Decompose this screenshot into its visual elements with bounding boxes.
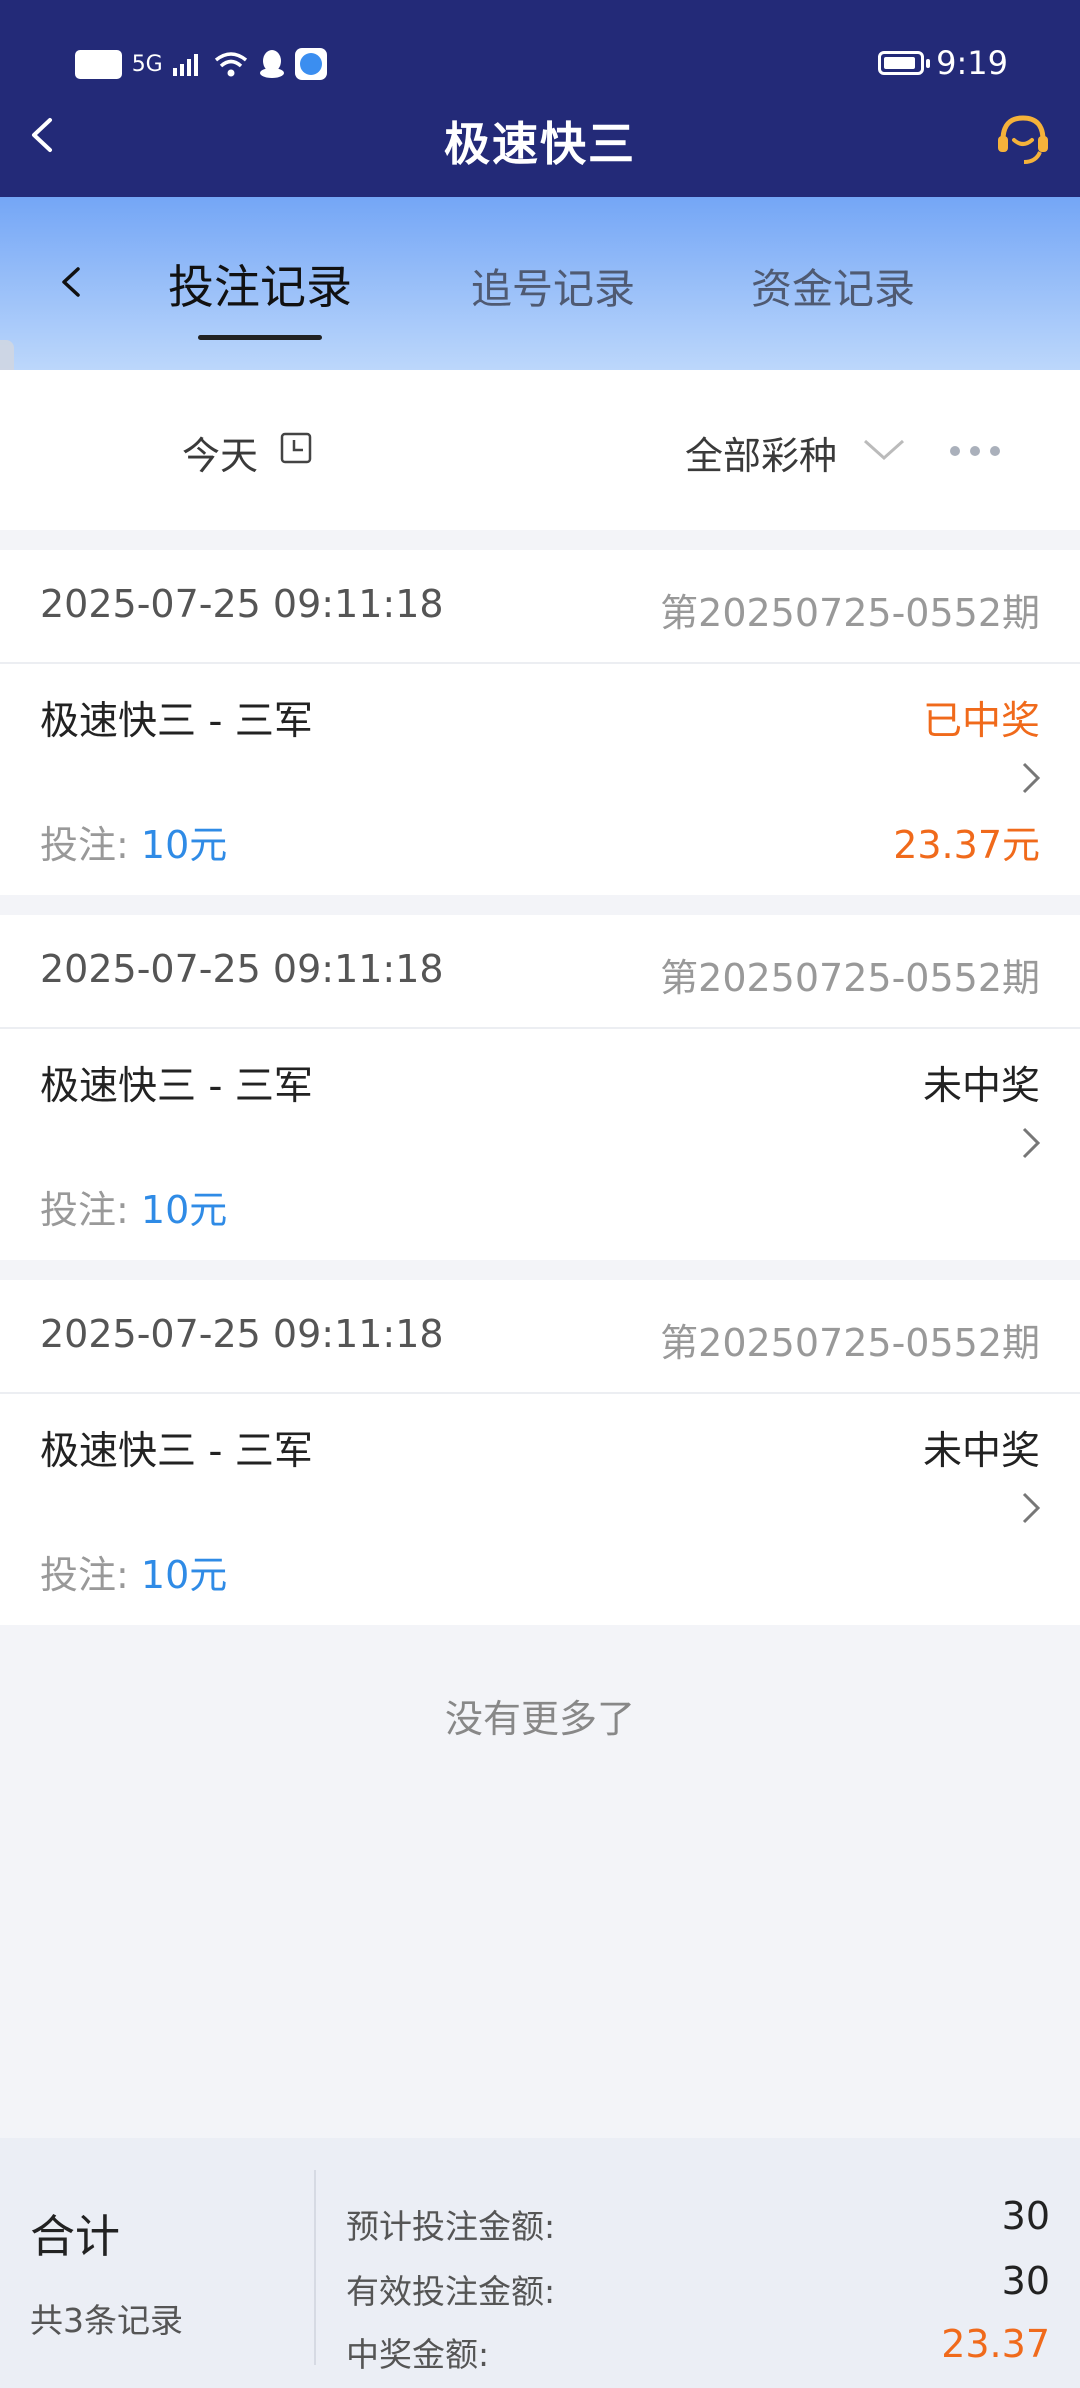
filter-bar: 今天 全部彩种 — [0, 370, 1080, 530]
status-bar: HD 5G 9:19 — [0, 40, 1080, 90]
record-bet: 投注: 10元 — [40, 1544, 227, 1599]
active-tab-indicator — [198, 335, 322, 340]
record-issue: 第20250725-0552期 — [660, 1321, 1040, 1365]
more-icon[interactable] — [950, 446, 1000, 456]
summary-footer: 合计 共3条记录 预计投注金额: 30 有效投注金额: 30 中奖金额: 23.… — [0, 2138, 1080, 2388]
signal-label: 5G — [131, 51, 163, 77]
record-bet: 投注: 10元 — [40, 814, 227, 869]
record-status: 未中奖 — [922, 1429, 1040, 1474]
bet-amount: 10元 — [140, 1188, 228, 1232]
record-time: 2025-07-25 09:11:18 — [40, 582, 444, 626]
tab-fund-records[interactable]: 资金记录 — [751, 255, 915, 315]
divider — [314, 2170, 316, 2365]
record-prize: 23.37元 — [893, 823, 1040, 867]
lottery-type-filter[interactable]: 全部彩种 — [685, 425, 837, 480]
customer-service-icon[interactable] — [994, 110, 1052, 168]
valid-bet-value: 30 — [1001, 2259, 1050, 2303]
valid-bet-label: 有效投注金额: — [346, 2272, 556, 2311]
prize-value: 23.37 — [941, 2322, 1050, 2366]
signal-bars-icon — [172, 54, 198, 76]
bet-label: 投注: — [40, 1553, 141, 1597]
record-time: 2025-07-25 09:11:18 — [40, 1312, 444, 1356]
record-status: 已中奖 — [922, 699, 1040, 744]
browser-icon — [294, 48, 327, 80]
chevron-right-icon[interactable] — [1020, 1490, 1042, 1526]
expected-bet-value: 30 — [1001, 2194, 1050, 2238]
chevron-right-icon[interactable] — [1020, 1125, 1042, 1161]
back-arrow-icon[interactable] — [52, 257, 90, 307]
valid-bet-row: 有效投注金额: 30 — [346, 2259, 1050, 2313]
record-game: 极速快三 - 三军 — [40, 1429, 313, 1474]
bet-amount: 10元 — [140, 823, 228, 867]
prize-row: 中奖金额: 23.37 — [346, 2322, 1050, 2376]
tab-chase-records[interactable]: 追号记录 — [471, 255, 635, 315]
app-header: HD 5G 9:19 极速快三 — [0, 0, 1080, 197]
record-game: 极速快三 - 三军 — [40, 699, 313, 744]
prize-label: 中奖金额: — [346, 2335, 490, 2374]
divider — [0, 662, 1080, 664]
expected-bet-row: 预计投注金额: 30 — [346, 2194, 1050, 2248]
record-issue: 第20250725-0552期 — [660, 956, 1040, 1000]
record-game: 极速快三 - 三军 — [40, 1064, 313, 1109]
divider — [0, 1392, 1080, 1394]
record-card[interactable]: 2025-07-25 09:11:18 第20250725-0552期 极速快三… — [0, 915, 1080, 1260]
clock: 9:19 — [936, 44, 1008, 82]
qq-icon — [259, 50, 284, 78]
wifi-icon — [214, 52, 247, 77]
list-end-text: 没有更多了 — [444, 1697, 635, 1741]
battery-icon — [878, 51, 931, 75]
record-count: 共3条记录 — [30, 2301, 183, 2340]
record-bet: 投注: 10元 — [40, 1179, 227, 1234]
bet-label: 投注: — [40, 1188, 141, 1232]
record-status: 未中奖 — [922, 1064, 1040, 1109]
record-card[interactable]: 2025-07-25 09:11:18 第20250725-0552期 极速快三… — [0, 550, 1080, 895]
bet-label: 投注: — [40, 823, 141, 867]
summary-title: 合计 — [30, 2210, 121, 2263]
divider — [0, 1027, 1080, 1029]
calendar-icon[interactable] — [280, 432, 312, 464]
hd-badge: HD — [75, 49, 122, 79]
tab-bet-records[interactable]: 投注记录 — [168, 251, 352, 317]
chevron-right-icon[interactable] — [1020, 760, 1042, 796]
record-tabs: 投注记录 追号记录 资金记录 — [0, 197, 1080, 370]
page-title: 极速快三 — [444, 117, 636, 171]
record-time: 2025-07-25 09:11:18 — [40, 947, 444, 991]
record-card[interactable]: 2025-07-25 09:11:18 第20250725-0552期 极速快三… — [0, 1280, 1080, 1625]
chevron-down-icon[interactable] — [862, 436, 906, 464]
bet-amount: 10元 — [140, 1553, 228, 1597]
record-issue: 第20250725-0552期 — [660, 591, 1040, 635]
date-filter[interactable]: 今天 — [182, 425, 258, 480]
expected-bet-label: 预计投注金额: — [346, 2207, 556, 2246]
